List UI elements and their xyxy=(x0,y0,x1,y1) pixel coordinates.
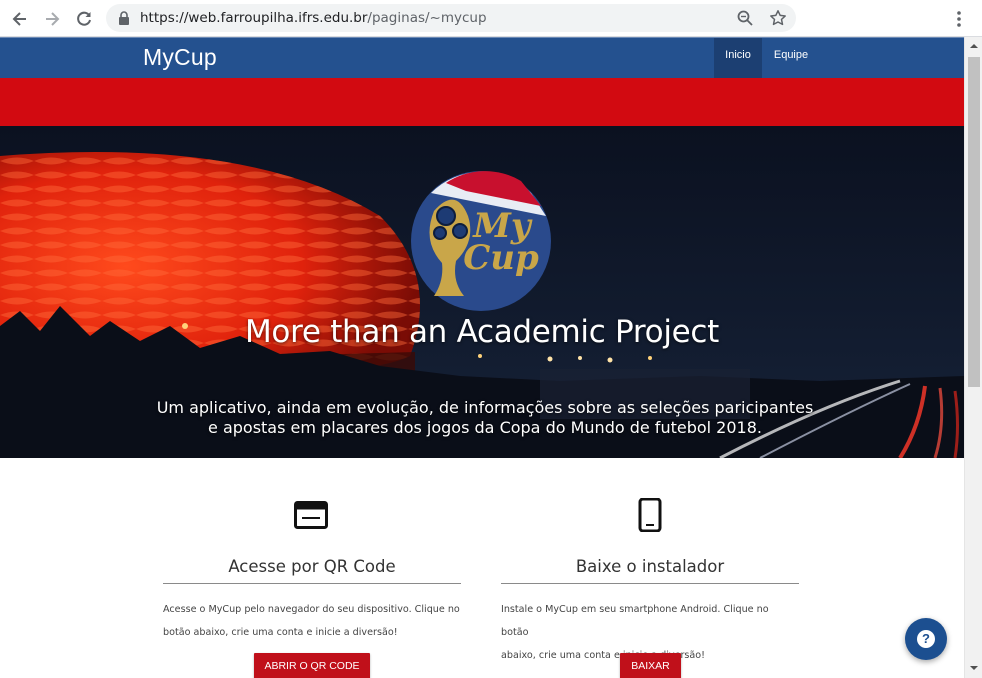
feature-divider xyxy=(501,583,799,584)
smartphone-icon xyxy=(638,498,662,532)
url-text: https://web.farroupilha.ifrs.edu.br/pagi… xyxy=(140,10,487,26)
forward-arrow-icon[interactable] xyxy=(40,7,64,31)
hero-subtitle: Um aplicativo, ainda em evolução, de inf… xyxy=(130,398,840,438)
feature-qr-code: Acesse por QR Code Acesse o MyCup pelo n… xyxy=(163,458,461,678)
page-viewport: MyCup Inicio Equipe My Cup More than an … xyxy=(0,37,964,678)
vertical-scrollbar[interactable] xyxy=(964,37,982,678)
hero-subtitle-line-1: Um aplicativo, ainda em evolução, de inf… xyxy=(156,398,814,417)
feature-description: Acesse o MyCup pelo navegador do seu dis… xyxy=(163,598,461,644)
feature-description-line-2: botão abaixo, crie uma conta e inicie a … xyxy=(163,627,398,638)
help-button[interactable]: ? xyxy=(905,618,947,660)
back-arrow-icon[interactable] xyxy=(8,7,32,31)
feature-installer: Baixe o instalador Instale o MyCup em se… xyxy=(501,458,799,678)
url-host: https://web.farroupilha.ifrs.edu.br xyxy=(140,10,368,26)
reload-icon[interactable] xyxy=(72,7,96,31)
scrollbar-thumb[interactable] xyxy=(968,57,980,387)
scroll-up-arrow-icon[interactable] xyxy=(969,41,979,51)
open-qr-code-button[interactable]: ABRIR O QR CODE xyxy=(254,653,370,678)
hero-subtitle-line-2: e apostas em placares dos jogos da Copa … xyxy=(208,418,762,437)
feature-title: Baixe o instalador xyxy=(575,557,725,576)
download-button[interactable]: BAIXAR xyxy=(620,653,681,678)
nav-link-inicio[interactable]: Inicio xyxy=(714,38,762,78)
feature-description-line-1: Instale o MyCup em seu smartphone Androi… xyxy=(501,604,769,638)
zoom-icon[interactable] xyxy=(736,9,754,27)
hero-section: My Cup More than an Academic Project Um … xyxy=(0,126,964,458)
star-icon[interactable] xyxy=(769,9,787,27)
url-path: /paginas/~mycup xyxy=(367,10,487,26)
mycup-logo-icon: My Cup xyxy=(411,171,551,311)
feature-divider xyxy=(163,583,461,584)
nav-link-equipe[interactable]: Equipe xyxy=(764,38,818,78)
hero-title: More than an Academic Project xyxy=(244,314,720,350)
help-icon: ? xyxy=(917,630,935,648)
logo-text-cup: Cup xyxy=(463,238,539,278)
red-banner xyxy=(0,78,964,126)
menu-dots-icon[interactable] xyxy=(950,9,968,29)
address-bar[interactable]: https://web.farroupilha.ifrs.edu.br/pagi… xyxy=(106,4,796,32)
scroll-down-arrow-icon[interactable] xyxy=(969,663,979,673)
brand-logo-text[interactable]: MyCup xyxy=(143,44,217,71)
lock-icon xyxy=(119,11,129,25)
site-navbar: MyCup Inicio Equipe xyxy=(0,37,964,78)
feature-description-line-1: Acesse o MyCup pelo navegador do seu dis… xyxy=(163,604,460,615)
browser-window-icon xyxy=(294,501,328,529)
feature-title: Acesse por QR Code xyxy=(228,557,396,576)
browser-toolbar: https://web.farroupilha.ifrs.edu.br/pagi… xyxy=(0,0,982,37)
